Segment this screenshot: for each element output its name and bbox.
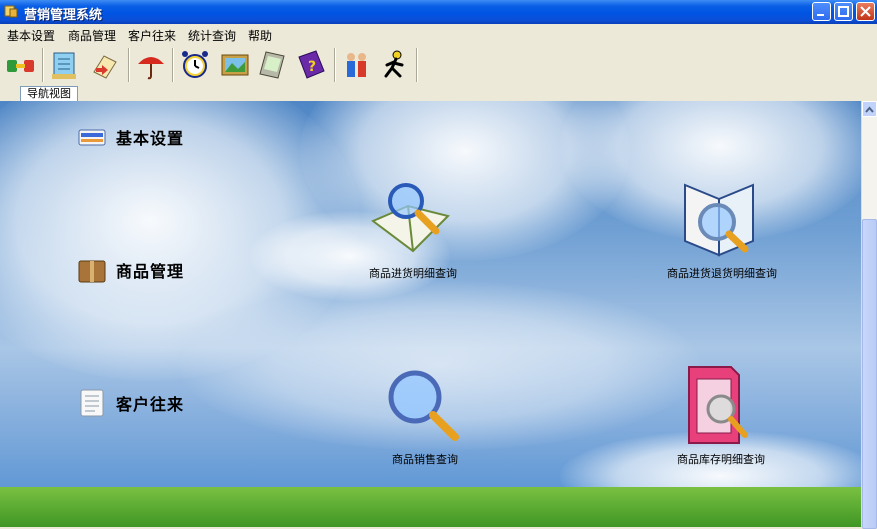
close-icon bbox=[860, 6, 871, 17]
nav-item-product-management[interactable]: 商品管理 bbox=[78, 256, 184, 284]
toolbar-separator bbox=[42, 48, 44, 82]
feature-purchase-detail-query[interactable]: 商品进货明细查询 bbox=[353, 181, 473, 281]
folder-magnifier-icon bbox=[688, 366, 748, 444]
close-button[interactable] bbox=[856, 2, 875, 21]
nav-item-label: 商品管理 bbox=[116, 262, 185, 281]
menu-statistics-query[interactable]: 统计查询 bbox=[188, 27, 236, 44]
toolbar-separator bbox=[334, 48, 336, 82]
vertical-scrollbar[interactable] bbox=[861, 101, 877, 529]
nav-item-label: 基本设置 bbox=[116, 129, 185, 148]
menu-help[interactable]: 帮助 bbox=[248, 27, 272, 44]
nav-item-basic-settings[interactable]: 基本设置 bbox=[78, 123, 184, 151]
toolbar-help-button[interactable]: ? bbox=[294, 48, 328, 82]
toolbar-picture-button[interactable] bbox=[218, 48, 252, 82]
pda-icon bbox=[259, 51, 285, 79]
scroll-up-button[interactable] bbox=[862, 101, 877, 117]
minimize-button[interactable] bbox=[812, 2, 831, 21]
folder-transfer-icon bbox=[93, 55, 117, 79]
document-icon bbox=[80, 389, 104, 417]
feature-sales-query[interactable]: 商品销售查询 bbox=[365, 367, 485, 467]
menu-basic-settings[interactable]: 基本设置 bbox=[7, 27, 55, 44]
title-bar: 营销管理系统 bbox=[0, 0, 877, 24]
plug-icon bbox=[7, 60, 34, 72]
toolbar-alarm-button[interactable] bbox=[178, 48, 212, 82]
feature-label: 商品进货明细查询 bbox=[369, 267, 457, 280]
toolbar-transfer-button[interactable] bbox=[88, 48, 122, 82]
package-icon bbox=[78, 260, 106, 283]
feature-label: 商品销售查询 bbox=[392, 453, 458, 466]
running-man-icon bbox=[384, 50, 404, 78]
book-magnifier-icon bbox=[371, 183, 450, 253]
picture-icon bbox=[221, 54, 249, 76]
alarm-clock-icon bbox=[182, 51, 208, 78]
feature-label: 商品库存明细查询 bbox=[677, 453, 765, 466]
maximize-button[interactable] bbox=[834, 2, 853, 21]
users-icon bbox=[347, 53, 366, 77]
menu-customer-accounts[interactable]: 客户往来 bbox=[128, 27, 176, 44]
svg-text:?: ? bbox=[308, 59, 316, 75]
tab-navigation-view[interactable]: 导航视图 bbox=[20, 86, 78, 101]
scroll-thumb[interactable] bbox=[862, 219, 877, 529]
toolbar-separator bbox=[128, 48, 130, 82]
menu-bar: 基本设置 商品管理 客户往来 统计查询 帮助 bbox=[0, 24, 877, 44]
navigation-view: 基本设置 商品管理 客户往来 商品进货明细查询 商品进货退货明细查询 商品销售查… bbox=[0, 101, 861, 527]
app-icon bbox=[4, 5, 18, 18]
feature-purchase-return-detail-query[interactable]: 商品进货退货明细查询 bbox=[647, 177, 797, 281]
grass-decoration bbox=[0, 487, 861, 527]
menu-product-management[interactable]: 商品管理 bbox=[68, 27, 116, 44]
toolbar-exit-button[interactable] bbox=[378, 48, 412, 82]
umbrella-icon bbox=[138, 57, 164, 80]
toolbar-umbrella-button[interactable] bbox=[134, 48, 168, 82]
nav-item-customer-accounts[interactable]: 客户往来 bbox=[78, 389, 184, 417]
scroll-up-icon bbox=[865, 106, 874, 113]
settings-panel-icon bbox=[78, 129, 106, 146]
open-book-magnifier-icon bbox=[684, 183, 754, 257]
window-title: 营销管理系统 bbox=[24, 8, 103, 23]
toolbar-connect-button[interactable] bbox=[4, 48, 38, 82]
toolbar-separator bbox=[416, 48, 418, 82]
tab-strip: 导航视图 bbox=[0, 86, 877, 102]
help-book-icon: ? bbox=[298, 50, 325, 79]
toolbar-users-button[interactable] bbox=[340, 48, 374, 82]
maximize-icon bbox=[838, 6, 849, 17]
toolbar-separator bbox=[172, 48, 174, 82]
toolbar-notes-button[interactable] bbox=[48, 48, 82, 82]
feature-label: 商品进货退货明细查询 bbox=[667, 267, 777, 280]
nav-item-label: 客户往来 bbox=[116, 395, 185, 414]
minimize-icon bbox=[817, 14, 824, 16]
notepad-icon bbox=[52, 52, 76, 79]
feature-inventory-detail-query[interactable]: 商品库存明细查询 bbox=[661, 363, 781, 467]
toolbar: ? bbox=[0, 44, 877, 86]
magnifier-icon bbox=[388, 370, 459, 441]
toolbar-pda-button[interactable] bbox=[256, 48, 290, 82]
